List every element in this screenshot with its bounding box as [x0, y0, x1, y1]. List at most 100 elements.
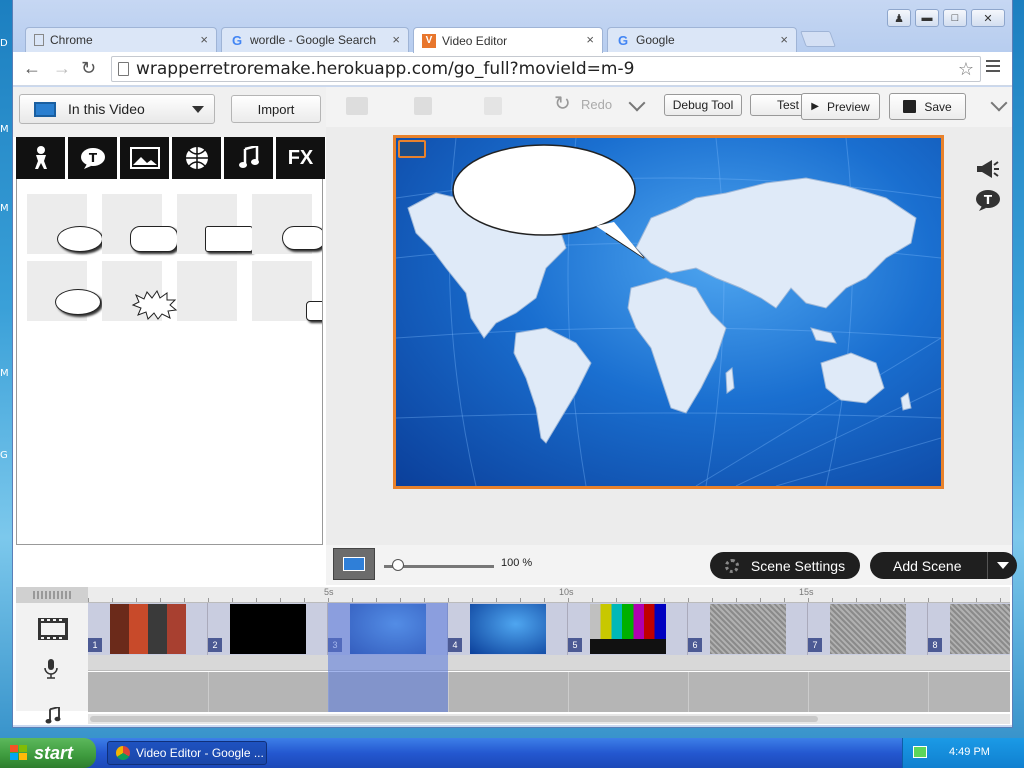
add-scene-label: Add Scene	[893, 557, 962, 574]
character-icon[interactable]	[16, 137, 65, 179]
scene-number: 4	[448, 638, 462, 652]
scene-clip[interactable]: 2	[208, 603, 328, 655]
tab-wordle-search[interactable]: G wordle - Google Search ×	[221, 27, 409, 52]
tab-label: wordle - Google Search	[250, 33, 377, 47]
v-logo-icon: V	[422, 33, 436, 48]
music-track[interactable]	[88, 672, 1010, 712]
tab-chrome[interactable]: Chrome ×	[25, 27, 217, 52]
camera-icon[interactable]	[398, 140, 426, 158]
voice-track[interactable]	[88, 655, 1010, 671]
floppy-icon	[903, 100, 917, 113]
scrollbar-thumb[interactable]	[90, 716, 818, 722]
scene-number: 2	[208, 638, 222, 652]
copy-icon[interactable]	[346, 97, 368, 115]
scene-clip[interactable]: 4	[448, 603, 568, 655]
forward-icon[interactable]: →	[53, 58, 71, 79]
maximize-icon[interactable]: □	[943, 9, 967, 27]
menu-icon[interactable]	[986, 60, 1000, 75]
taskbar-item-video-editor[interactable]: Video Editor - Google ...	[107, 741, 267, 765]
asset-bubble-cloud[interactable]	[252, 194, 322, 254]
minimize-icon[interactable]: ▬	[915, 9, 939, 27]
chevron-down-icon	[192, 106, 204, 113]
tab-label: Chrome	[50, 33, 93, 47]
microphone-icon	[44, 659, 58, 684]
zoom-slider-knob[interactable]	[392, 559, 404, 571]
desktop-letter: M	[0, 368, 9, 379]
back-icon[interactable]: ←	[23, 58, 41, 79]
scene-thumbnail	[830, 604, 906, 654]
scene-clip[interactable]: 5	[568, 603, 688, 655]
track-labels	[16, 603, 88, 724]
reload-icon[interactable]: ↻	[81, 58, 96, 79]
scene-clip[interactable]: 7	[808, 603, 928, 655]
zoom-row: 100 % Scene Settings Add Scene	[326, 545, 1017, 585]
scene-clip[interactable]: 6	[688, 603, 808, 655]
desktop-letter: D	[0, 38, 8, 49]
music-note-icon[interactable]	[224, 137, 273, 179]
megaphone-icon[interactable]	[975, 159, 999, 184]
import-button[interactable]: Import	[231, 95, 321, 123]
save-button[interactable]: Save	[889, 93, 966, 120]
network-icon[interactable]	[913, 746, 927, 758]
close-icon[interactable]: ✕	[971, 9, 1005, 27]
fx-icon[interactable]: FX	[276, 137, 325, 179]
film-icon	[34, 102, 56, 117]
dropdown-label: In this Video	[68, 101, 145, 117]
start-label: start	[34, 742, 74, 763]
scene-track: 1 2 3 4 5 6 7	[88, 603, 1010, 655]
time-ruler[interactable]: 5s 10s 15s	[88, 587, 1010, 603]
scene-number: 5	[568, 638, 582, 652]
chevron-down-icon[interactable]	[987, 552, 1017, 579]
scene-clip[interactable]: 8	[928, 603, 1010, 655]
library-dropdown[interactable]: In this Video	[19, 94, 215, 124]
category-tabs: T FX	[16, 137, 326, 179]
redo-label[interactable]: Redo	[581, 97, 612, 112]
asset-bubble-oval[interactable]	[27, 261, 101, 321]
tab-google[interactable]: G Google ×	[607, 27, 797, 52]
scene-number: 8	[928, 638, 942, 652]
debug-tool-button[interactable]: Debug Tool	[664, 94, 742, 116]
new-tab-button[interactable]	[800, 31, 836, 47]
url-text: wrapperretroremake.herokuapp.com/go_full…	[136, 59, 635, 79]
address-bar[interactable]: wrapperretroremake.herokuapp.com/go_full…	[111, 56, 981, 82]
tab-strip: Chrome × G wordle - Google Search × V Vi…	[13, 0, 1012, 53]
asset-bubble-burst[interactable]	[102, 261, 177, 321]
scene-number: 6	[688, 638, 702, 652]
scene-clip[interactable]: 1	[88, 603, 208, 655]
close-tab-icon[interactable]: ×	[392, 32, 400, 47]
timeline-zoom-handle[interactable]	[16, 587, 88, 603]
asset-bubble-partial[interactable]	[252, 261, 322, 321]
asset-bubble-round[interactable]	[27, 194, 103, 254]
asset-bubble-rect[interactable]	[177, 194, 253, 254]
scene-stage[interactable]	[393, 135, 944, 489]
page-icon	[34, 34, 44, 46]
scene-thumbnail	[470, 604, 546, 654]
timeline-scrollbar[interactable]	[88, 714, 1010, 724]
scene-thumbnail-icon[interactable]	[333, 548, 375, 580]
scene-thumbnail	[230, 604, 306, 654]
start-button[interactable]: start	[0, 738, 96, 768]
tab-label: Google	[636, 33, 675, 47]
prop-icon[interactable]	[172, 137, 221, 179]
delete-icon[interactable]	[414, 97, 432, 115]
undo-icon[interactable]	[484, 97, 502, 115]
asset-bubble-rounded-rect[interactable]	[102, 194, 178, 254]
chevron-down-icon[interactable]	[628, 94, 646, 112]
close-tab-icon[interactable]: ×	[586, 32, 594, 47]
save-label: Save	[924, 99, 952, 114]
scene-settings-button[interactable]: Scene Settings	[710, 552, 860, 579]
svg-text:T: T	[984, 193, 993, 207]
text-bubble-icon[interactable]: T	[68, 137, 117, 179]
text-bubble-icon[interactable]: T	[975, 189, 1001, 216]
tab-video-editor[interactable]: V Video Editor ×	[413, 27, 603, 53]
chevron-down-icon[interactable]	[990, 94, 1008, 112]
background-icon[interactable]	[120, 137, 169, 179]
preview-button[interactable]: ▶ Preview	[801, 93, 880, 120]
selected-scene-highlight	[328, 603, 448, 712]
close-tab-icon[interactable]: ×	[780, 32, 788, 47]
user-icon[interactable]: ♟	[887, 9, 911, 27]
bookmark-star-icon[interactable]: ☆	[958, 59, 974, 80]
close-tab-icon[interactable]: ×	[200, 32, 208, 47]
redo-icon[interactable]: ↻	[554, 91, 571, 116]
add-scene-button[interactable]: Add Scene	[870, 552, 1017, 579]
